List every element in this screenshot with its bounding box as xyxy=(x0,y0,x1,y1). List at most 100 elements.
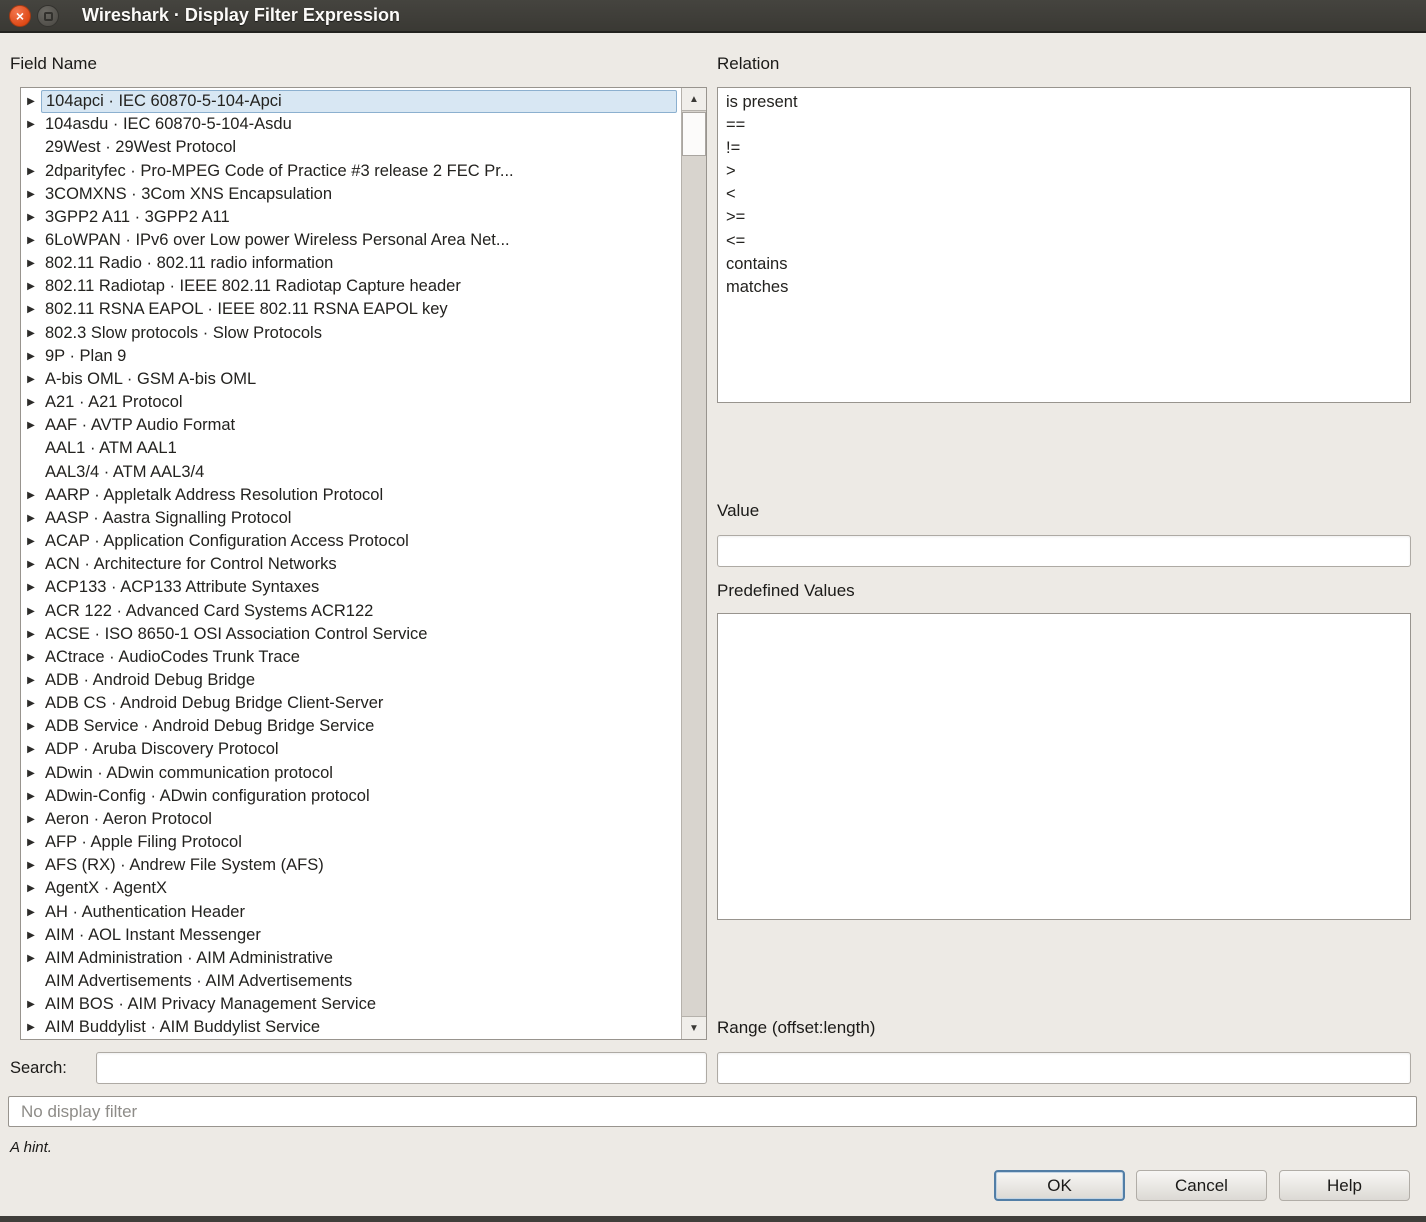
close-icon[interactable]: × xyxy=(9,5,31,27)
expander-icon[interactable]: ▶ xyxy=(21,1016,41,1039)
expander-icon[interactable]: ▶ xyxy=(21,391,41,414)
relation-option[interactable]: is present xyxy=(718,91,1410,114)
list-item[interactable]: ▶3COMXNS · 3Com XNS Encapsulation xyxy=(21,183,680,206)
expander-icon[interactable]: ▶ xyxy=(21,623,41,646)
list-item[interactable]: ▶A21 · A21 Protocol xyxy=(21,391,680,414)
list-item[interactable]: ▶ACAP · Application Configuration Access… xyxy=(21,530,680,553)
expander-icon[interactable]: ▶ xyxy=(21,600,41,623)
expander-icon[interactable]: ▶ xyxy=(21,715,41,738)
expander-icon[interactable]: ▶ xyxy=(21,553,41,576)
list-item[interactable]: ▶802.11 Radio · 802.11 radio information xyxy=(21,252,680,275)
list-item[interactable]: AAL1 · ATM AAL1 xyxy=(21,437,680,460)
relation-option[interactable]: == xyxy=(718,114,1410,137)
scrollbar-thumb[interactable] xyxy=(682,112,706,156)
scroll-up-icon[interactable]: ▲ xyxy=(682,88,706,111)
list-item[interactable]: ▶AFP · Apple Filing Protocol xyxy=(21,831,680,854)
minimize-icon[interactable] xyxy=(37,5,59,27)
expander-icon[interactable]: ▶ xyxy=(21,901,41,924)
list-item[interactable]: ▶Aeron · Aeron Protocol xyxy=(21,808,680,831)
list-item[interactable]: ▶AIM · AOL Instant Messenger xyxy=(21,924,680,947)
expander-icon[interactable]: ▶ xyxy=(21,252,41,275)
list-item[interactable]: ▶AAF · AVTP Audio Format xyxy=(21,414,680,437)
expander-icon[interactable]: ▶ xyxy=(21,298,41,321)
list-item[interactable]: ▶6LoWPAN · IPv6 over Low power Wireless … xyxy=(21,229,680,252)
expander-icon[interactable]: ▶ xyxy=(21,576,41,599)
expander-icon[interactable]: ▶ xyxy=(21,160,41,183)
list-item[interactable]: ▶ADB Service · Android Debug Bridge Serv… xyxy=(21,715,680,738)
expander-icon[interactable]: ▶ xyxy=(21,854,41,877)
expander-icon[interactable]: ▶ xyxy=(21,692,41,715)
ok-button[interactable]: OK xyxy=(994,1170,1125,1201)
list-item[interactable]: ▶ACSE · ISO 8650-1 OSI Association Contr… xyxy=(21,623,680,646)
relation-option[interactable]: < xyxy=(718,183,1410,206)
value-input[interactable] xyxy=(717,535,1411,567)
expander-icon[interactable]: ▶ xyxy=(21,831,41,854)
relation-option[interactable]: > xyxy=(718,160,1410,183)
list-item[interactable]: ▶AIM Administration · AIM Administrative xyxy=(21,947,680,970)
predefined-values-list[interactable] xyxy=(717,613,1411,920)
expander-icon[interactable]: ▶ xyxy=(21,877,41,900)
range-input[interactable] xyxy=(717,1052,1411,1084)
expander-icon[interactable]: ▶ xyxy=(21,345,41,368)
list-item[interactable]: AIM Advertisements · AIM Advertisements xyxy=(21,970,680,993)
expander-icon[interactable]: ▶ xyxy=(21,414,41,437)
relation-option[interactable]: contains xyxy=(718,253,1410,276)
expander-icon[interactable]: ▶ xyxy=(21,530,41,553)
relation-list[interactable]: is present==!=><>=<=containsmatches xyxy=(717,87,1411,403)
expander-icon[interactable]: ▶ xyxy=(21,113,41,136)
list-item[interactable]: ▶802.11 RSNA EAPOL · IEEE 802.11 RSNA EA… xyxy=(21,298,680,321)
list-item[interactable]: ▶AIM BOS · AIM Privacy Management Servic… xyxy=(21,993,680,1016)
scroll-down-icon[interactable]: ▼ xyxy=(682,1016,706,1039)
search-input[interactable] xyxy=(96,1052,707,1084)
relation-option[interactable]: <= xyxy=(718,230,1410,253)
expander-icon[interactable]: ▶ xyxy=(21,322,41,345)
list-item[interactable]: ▶802.11 Radiotap · IEEE 802.11 Radiotap … xyxy=(21,275,680,298)
expander-icon[interactable]: ▶ xyxy=(21,947,41,970)
list-item[interactable]: ▶AgentX · AgentX xyxy=(21,877,680,900)
list-item[interactable]: ▶ACP133 · ACP133 Attribute Syntaxes xyxy=(21,576,680,599)
display-filter-preview[interactable] xyxy=(8,1096,1417,1127)
expander-icon[interactable]: ▶ xyxy=(21,275,41,298)
expander-icon[interactable]: ▶ xyxy=(21,738,41,761)
expander-icon[interactable]: ▶ xyxy=(21,507,41,530)
list-item[interactable]: ▶AARP · Appletalk Address Resolution Pro… xyxy=(21,484,680,507)
list-item[interactable]: ▶ADwin · ADwin communication protocol xyxy=(21,762,680,785)
list-item[interactable]: ▶ADP · Aruba Discovery Protocol xyxy=(21,738,680,761)
help-button[interactable]: Help xyxy=(1279,1170,1410,1201)
expander-icon[interactable]: ▶ xyxy=(21,646,41,669)
expander-icon[interactable]: ▶ xyxy=(21,924,41,947)
list-item[interactable]: ▶AIM Buddylist · AIM Buddylist Service xyxy=(21,1016,680,1039)
list-item[interactable]: ▶A-bis OML · GSM A-bis OML xyxy=(21,368,680,391)
expander-icon[interactable]: ▶ xyxy=(21,762,41,785)
expander-icon[interactable]: ▶ xyxy=(21,484,41,507)
expander-icon[interactable]: ▶ xyxy=(21,785,41,808)
list-item[interactable]: ▶AH · Authentication Header xyxy=(21,900,680,923)
expander-icon[interactable]: ▶ xyxy=(21,90,41,113)
list-item[interactable]: ▶ADwin-Config · ADwin configuration prot… xyxy=(21,785,680,808)
list-item[interactable]: ▶2dparityfec · Pro-MPEG Code of Practice… xyxy=(21,159,680,182)
field-list-scrollbar[interactable]: ▲ ▼ xyxy=(681,88,706,1039)
expander-icon[interactable]: ▶ xyxy=(21,206,41,229)
list-item[interactable]: ▶ACtrace · AudioCodes Trunk Trace xyxy=(21,646,680,669)
list-item[interactable]: ▶AFS (RX) · Andrew File System (AFS) xyxy=(21,854,680,877)
list-item[interactable]: ▶ACN · Architecture for Control Networks xyxy=(21,553,680,576)
expander-icon[interactable]: ▶ xyxy=(21,993,41,1016)
cancel-button[interactable]: Cancel xyxy=(1136,1170,1267,1201)
list-item[interactable]: ▶AASP · Aastra Signalling Protocol xyxy=(21,507,680,530)
expander-icon[interactable]: ▶ xyxy=(21,669,41,692)
list-item[interactable]: 29West · 29West Protocol xyxy=(21,136,680,159)
list-item[interactable]: ▶3GPP2 A11 · 3GPP2 A11 xyxy=(21,206,680,229)
expander-icon[interactable]: ▶ xyxy=(21,808,41,831)
expander-icon[interactable]: ▶ xyxy=(21,183,41,206)
field-name-list[interactable]: ▶104apci · IEC 60870-5-104-Apci▶104asdu … xyxy=(20,87,707,1040)
list-item[interactable]: AAL3/4 · ATM AAL3/4 xyxy=(21,461,680,484)
list-item[interactable]: ▶ACR 122 · Advanced Card Systems ACR122 xyxy=(21,599,680,622)
list-item[interactable]: ▶ADB · Android Debug Bridge xyxy=(21,669,680,692)
list-item[interactable]: ▶ADB CS · Android Debug Bridge Client-Se… xyxy=(21,692,680,715)
relation-option[interactable]: != xyxy=(718,137,1410,160)
list-item[interactable]: ▶104asdu · IEC 60870-5-104-Asdu xyxy=(21,113,680,136)
list-item[interactable]: ▶104apci · IEC 60870-5-104-Apci xyxy=(21,90,680,113)
expander-icon[interactable]: ▶ xyxy=(21,368,41,391)
list-item[interactable]: ▶802.3 Slow protocols · Slow Protocols xyxy=(21,322,680,345)
relation-option[interactable]: matches xyxy=(718,276,1410,299)
